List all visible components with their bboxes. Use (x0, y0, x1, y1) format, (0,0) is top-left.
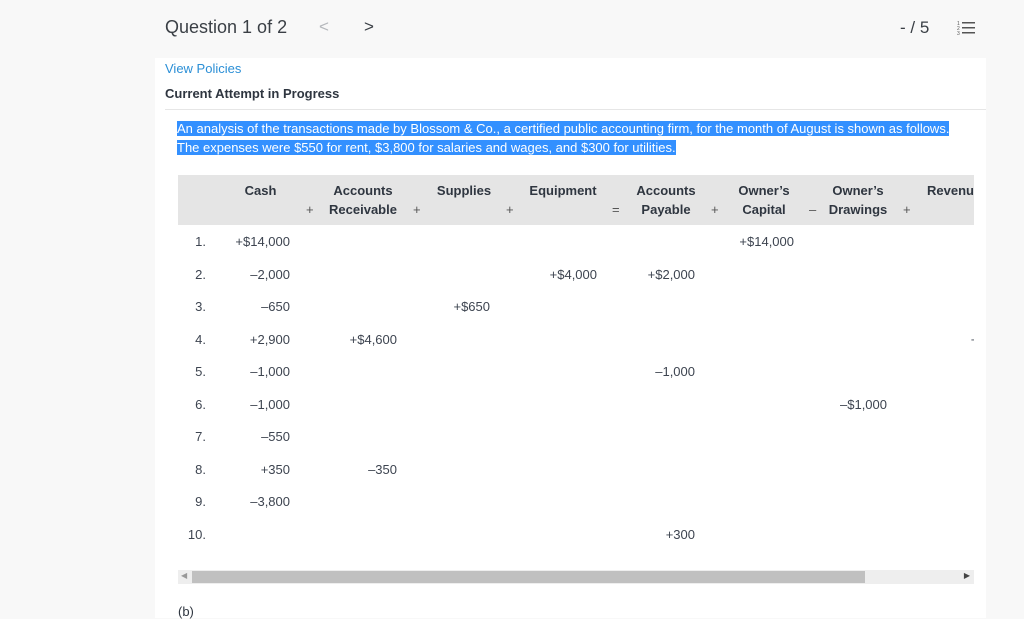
cell-accounts-payable: +$2,000 (647, 266, 695, 282)
row-number: 9. (195, 494, 206, 509)
operator-plus: + (506, 202, 514, 217)
cell-accounts-payable: –1,000 (655, 364, 695, 379)
operator-plus: + (413, 202, 421, 217)
cell-cash: +2,900 (249, 331, 290, 347)
cell-cash: +350 (260, 461, 290, 477)
row-number: 8. (195, 461, 206, 477)
row-number: 7. (195, 429, 206, 444)
scroll-right-icon[interactable]: ▶ (964, 571, 970, 580)
header-cash: Cash (244, 183, 277, 198)
cell-equipment: +$4,000 (549, 266, 597, 282)
cell-cash: –1,000 (250, 396, 290, 412)
operator-plus: + (306, 202, 314, 217)
operator-plus: + (903, 202, 911, 217)
question-counter: Question 1 of 2 (165, 17, 288, 37)
cell-accounts-receivable: +$4,600 (349, 331, 397, 347)
cell-cash: +$14,000 (235, 234, 290, 249)
question-prompt: An analysis of the transactions made by … (177, 119, 977, 157)
cell-cash: –2,000 (250, 266, 290, 282)
cell-revenue: +$7,5( (971, 332, 974, 347)
header-owners-capital: Owner’s Capital (738, 183, 790, 217)
svg-text:3: 3 (957, 31, 960, 36)
row-number: 2. (195, 266, 206, 282)
row-number: 6. (195, 396, 206, 412)
operator-minus: – (809, 202, 817, 217)
header-equipment: Equipment (529, 183, 597, 198)
operator-equals: = (612, 202, 620, 217)
prompt-line-1: An analysis of the transactions made by … (177, 121, 950, 136)
cell-cash: –3,800 (250, 494, 290, 509)
horizontal-scrollbar[interactable]: ◀ ▶ (178, 570, 974, 584)
table-header: Cash + Accounts Receivable + Supplies + E… (178, 175, 974, 225)
part-b-label: (b) (178, 604, 194, 619)
header-supplies: Supplies (436, 183, 492, 198)
cell-owners-drawings: –$1,000 (840, 396, 887, 412)
cell-accounts-payable: +300 (665, 526, 695, 542)
row-number: 1. (195, 234, 206, 249)
chevron-left-icon[interactable]: < (319, 17, 329, 37)
prompt-line-2: The expenses were $550 for rent, $3,800 … (177, 140, 676, 155)
numbered-list-icon[interactable]: 1 2 3 (957, 20, 975, 36)
header-owners-drawings: Owner’s Drawings (828, 183, 888, 217)
view-policies-link[interactable]: View Policies (165, 61, 241, 76)
scrollbar-thumb[interactable] (192, 571, 865, 583)
row-number: 10. (187, 526, 206, 542)
header-revenue: Revenu (927, 183, 974, 198)
cell-cash: –1,000 (250, 364, 290, 379)
header-accounts-receivable: Accounts Receivable (329, 183, 397, 217)
cell-supplies: +$650 (453, 299, 490, 314)
divider (165, 109, 986, 110)
cell-cash: –650 (261, 299, 290, 314)
row-number: 5. (195, 364, 206, 379)
header-accounts-payable: Accounts Payable (636, 183, 696, 217)
question-header: Question 1 of 2 < > - / 5 1 2 3 (0, 0, 1024, 58)
row-number: 4. (195, 331, 206, 347)
cell-accounts-receivable: –350 (368, 461, 397, 477)
row-number: 3. (195, 299, 206, 314)
attempt-status: Current Attempt in Progress (165, 86, 340, 101)
cell-cash: –550 (261, 429, 290, 444)
cell-owners-capital: +$14,000 (739, 234, 794, 249)
scroll-left-icon[interactable]: ◀ (181, 571, 187, 580)
score-display: - / 5 (900, 18, 930, 37)
transactions-table: Cash + Accounts Receivable + Supplies + E… (178, 175, 974, 568)
chevron-right-icon[interactable]: > (364, 17, 374, 37)
operator-plus: + (711, 202, 719, 217)
